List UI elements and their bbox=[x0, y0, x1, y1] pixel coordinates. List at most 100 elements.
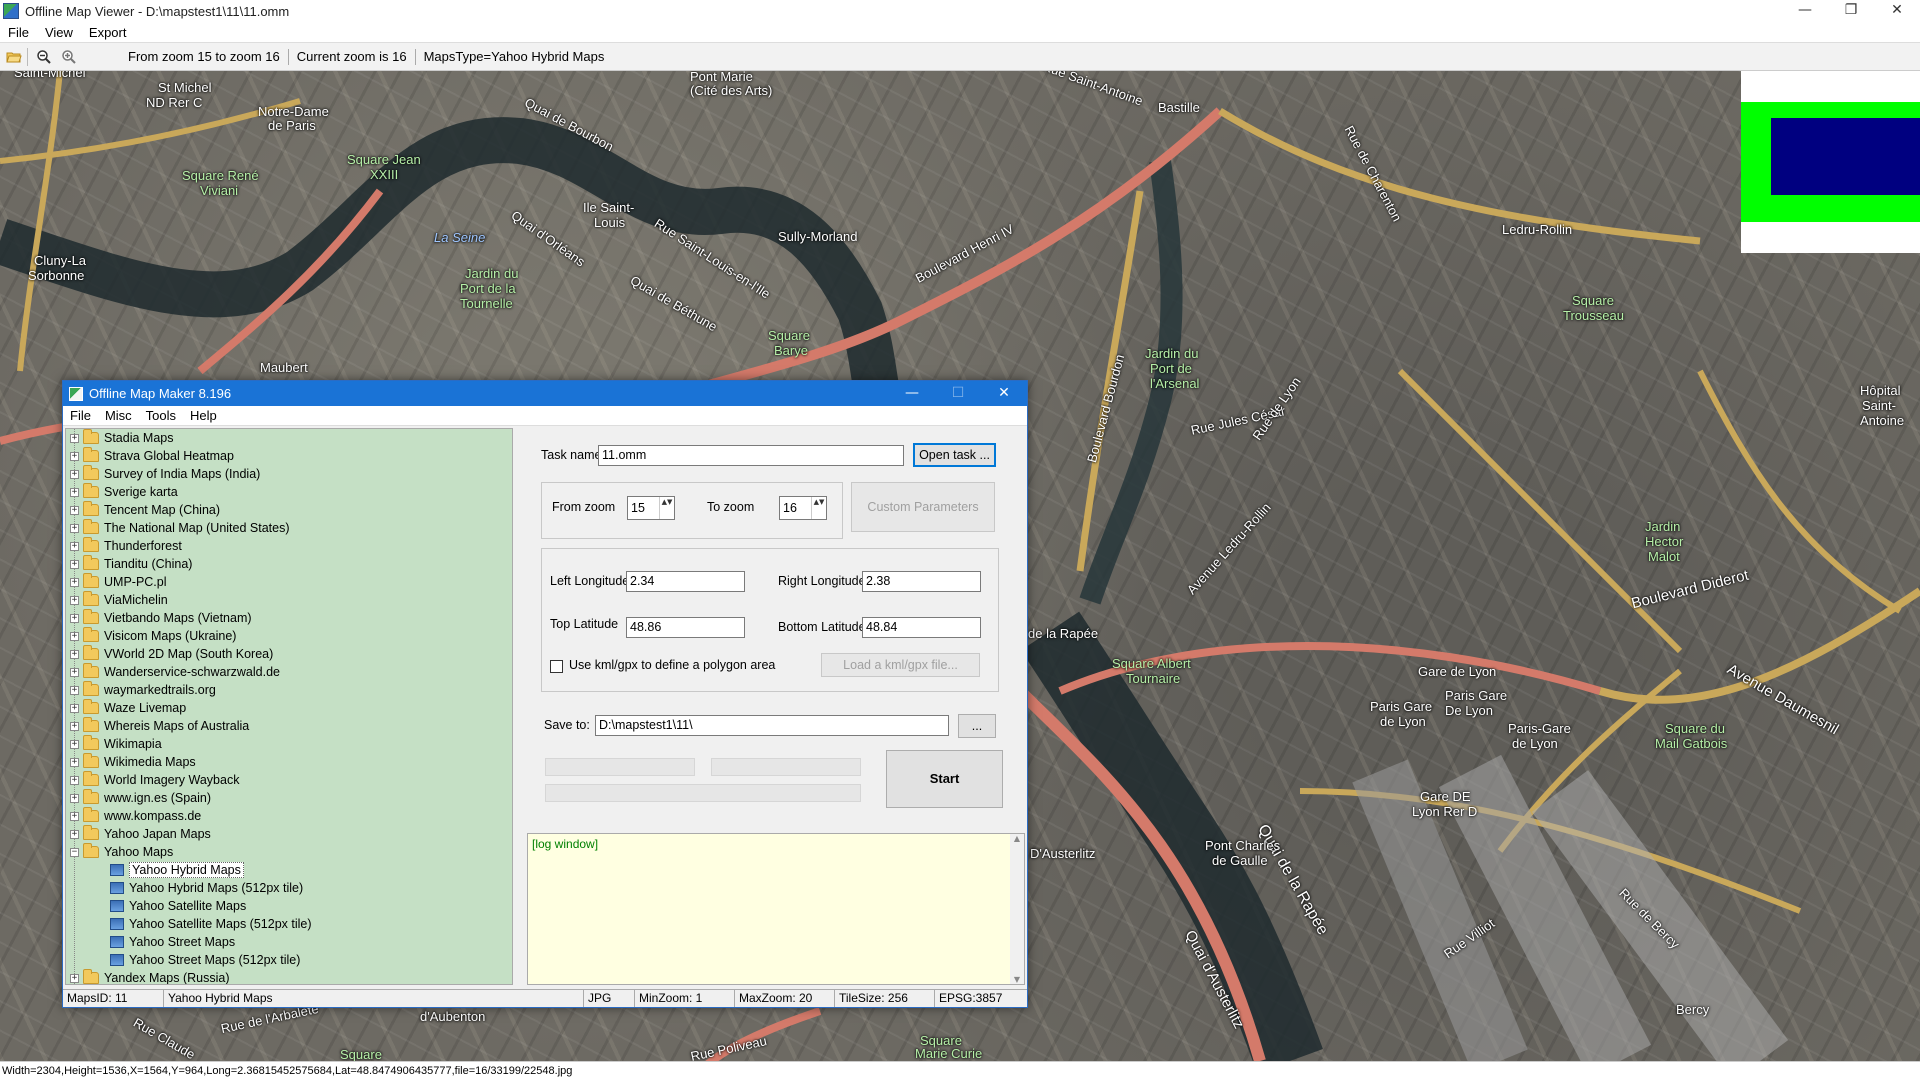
zoom-in-icon[interactable] bbox=[58, 46, 80, 68]
expand-icon[interactable]: + bbox=[70, 775, 79, 785]
expand-icon[interactable]: + bbox=[70, 739, 79, 749]
expand-icon[interactable]: + bbox=[70, 469, 79, 479]
expand-icon[interactable]: + bbox=[70, 721, 79, 731]
expand-icon[interactable]: + bbox=[70, 487, 79, 497]
dialog-menu-misc[interactable]: Misc bbox=[98, 408, 139, 423]
left-longitude-input[interactable]: 2.34 bbox=[626, 571, 745, 592]
expand-icon[interactable]: + bbox=[70, 829, 79, 839]
zoom-out-icon[interactable] bbox=[33, 46, 55, 68]
tree-folder-row[interactable]: + The National Map (United States) bbox=[66, 519, 512, 537]
maximize-button[interactable]: ❐ bbox=[1828, 0, 1874, 22]
expand-icon[interactable]: + bbox=[70, 505, 79, 515]
right-longitude-input[interactable]: 2.38 bbox=[862, 571, 981, 592]
from-zoom-spinner[interactable]: 15 ▲▼ bbox=[627, 496, 675, 520]
spin-arrows-icon[interactable]: ▲▼ bbox=[811, 497, 826, 519]
tree-map-item[interactable]: Yahoo Satellite Maps bbox=[66, 897, 512, 915]
dialog-minimize-button[interactable]: — bbox=[889, 381, 935, 406]
bottom-latitude-input[interactable]: 48.84 bbox=[862, 617, 981, 638]
collapse-icon[interactable]: − bbox=[70, 847, 79, 857]
scroll-up-icon[interactable]: ▲ bbox=[1010, 834, 1024, 843]
tree-map-item[interactable]: Yahoo Street Maps (512px tile) bbox=[66, 951, 512, 969]
spin-arrows-icon[interactable]: ▲▼ bbox=[659, 497, 674, 519]
expand-icon[interactable]: + bbox=[70, 649, 79, 659]
tree-folder-row[interactable]: + ViaMichelin bbox=[66, 591, 512, 609]
map-label: Ile Saint- bbox=[583, 200, 635, 215]
tree-folder-row[interactable]: + Tencent Map (China) bbox=[66, 501, 512, 519]
close-button[interactable]: ✕ bbox=[1874, 0, 1920, 22]
expand-icon[interactable]: + bbox=[70, 631, 79, 641]
scroll-down-icon[interactable]: ▼ bbox=[1010, 975, 1024, 984]
expand-icon[interactable]: + bbox=[70, 577, 79, 587]
minimize-button[interactable]: — bbox=[1782, 0, 1828, 22]
menu-file[interactable]: File bbox=[0, 25, 37, 40]
map-source-tree[interactable]: + Stadia Maps + Strava Global Heatmap + Surve… bbox=[65, 428, 513, 985]
open-folder-icon[interactable] bbox=[3, 46, 25, 68]
use-kml-checkbox[interactable] bbox=[550, 660, 563, 673]
tree-folder-row[interactable]: + Yahoo Japan Maps bbox=[66, 825, 512, 843]
expand-icon[interactable]: + bbox=[70, 433, 79, 443]
dialog-menu-file[interactable]: File bbox=[63, 408, 98, 423]
folder-icon bbox=[83, 753, 99, 768]
expand-icon[interactable]: + bbox=[70, 541, 79, 551]
tree-folder-row[interactable]: + www.ign.es (Spain) bbox=[66, 789, 512, 807]
tree-folder-row[interactable]: + Wanderservice-schwarzwald.de bbox=[66, 663, 512, 681]
map-label: Port de la bbox=[460, 281, 516, 296]
tree-map-item[interactable]: Yahoo Hybrid Maps (512px tile) bbox=[66, 879, 512, 897]
top-latitude-input[interactable]: 48.86 bbox=[626, 617, 745, 638]
tree-map-item[interactable]: Yahoo Street Maps bbox=[66, 933, 512, 951]
tree-folder-row[interactable]: + Vietbando Maps (Vietnam) bbox=[66, 609, 512, 627]
to-zoom-spinner[interactable]: 16 ▲▼ bbox=[779, 496, 827, 520]
tree-map-label: Yahoo Street Maps bbox=[129, 935, 236, 949]
tree-folder-row[interactable]: + Waze Livemap bbox=[66, 699, 512, 717]
tree-folder-row[interactable]: + Wikimedia Maps bbox=[66, 753, 512, 771]
tree-folder-row[interactable]: + Whereis Maps of Australia bbox=[66, 717, 512, 735]
tree-folder-label: Tencent Map (China) bbox=[104, 503, 221, 517]
tree-folder-row[interactable]: + Yandex Maps (Russia) bbox=[66, 969, 512, 984]
tree-folder-row[interactable]: + www.kompass.de bbox=[66, 807, 512, 825]
expand-icon[interactable]: + bbox=[70, 559, 79, 569]
browse-button[interactable]: ... bbox=[958, 714, 996, 738]
expand-icon[interactable]: + bbox=[70, 595, 79, 605]
tree-folder-row[interactable]: + Strava Global Heatmap bbox=[66, 447, 512, 465]
dialog-close-button[interactable]: ✕ bbox=[981, 381, 1027, 406]
tree-map-item[interactable]: Yahoo Hybrid Maps bbox=[66, 861, 512, 879]
expand-icon[interactable]: + bbox=[70, 451, 79, 461]
tree-folder-row[interactable]: − Yahoo Maps bbox=[66, 843, 512, 861]
tree-folder-row[interactable]: + Visicom Maps (Ukraine) bbox=[66, 627, 512, 645]
folder-icon bbox=[83, 663, 99, 678]
log-scrollbar[interactable]: ▲ ▼ bbox=[1010, 834, 1024, 984]
tree-folder-row[interactable]: + UMP-PC.pl bbox=[66, 573, 512, 591]
log-window[interactable]: [log window] ▲ ▼ bbox=[527, 833, 1025, 985]
expand-icon[interactable]: + bbox=[70, 523, 79, 533]
tree-folder-row[interactable]: + Sverige karta bbox=[66, 483, 512, 501]
tree-folder-row[interactable]: + Survey of India Maps (India) bbox=[66, 465, 512, 483]
dialog-menu-help[interactable]: Help bbox=[183, 408, 224, 423]
tree-folder-row[interactable]: + VWorld 2D Map (South Korea) bbox=[66, 645, 512, 663]
tree-folder-row[interactable]: + Tianditu (China) bbox=[66, 555, 512, 573]
open-task-button[interactable]: Open task ... bbox=[913, 443, 996, 467]
tree-folder-label: Sverige karta bbox=[104, 485, 178, 499]
tree-folder-row[interactable]: + Wikimapia bbox=[66, 735, 512, 753]
expand-icon[interactable]: + bbox=[70, 703, 79, 713]
tree-folder-row[interactable]: + Stadia Maps bbox=[66, 429, 512, 447]
menu-view[interactable]: View bbox=[37, 25, 81, 40]
expand-icon[interactable]: + bbox=[70, 973, 79, 983]
expand-icon[interactable]: + bbox=[70, 667, 79, 677]
expand-icon[interactable]: + bbox=[70, 793, 79, 803]
expand-icon[interactable]: + bbox=[70, 613, 79, 623]
task-name-input[interactable]: 11.omm bbox=[598, 445, 904, 466]
tree-folder-row[interactable]: + Thunderforest bbox=[66, 537, 512, 555]
start-button[interactable]: Start bbox=[886, 750, 1003, 808]
tree-map-item[interactable]: Yahoo Satellite Maps (512px tile) bbox=[66, 915, 512, 933]
tree-folder-row[interactable]: + World Imagery Wayback bbox=[66, 771, 512, 789]
tree-folder-row[interactable]: + waymarkedtrails.org bbox=[66, 681, 512, 699]
map-label: Square bbox=[1572, 293, 1614, 308]
dialog-menu-tools[interactable]: Tools bbox=[139, 408, 183, 423]
expand-icon[interactable]: + bbox=[70, 757, 79, 767]
expand-icon[interactable]: + bbox=[70, 811, 79, 821]
save-to-input[interactable]: D:\mapstest1\11\ bbox=[595, 715, 949, 736]
map-label: Gare DE bbox=[1420, 789, 1471, 804]
expand-icon[interactable]: + bbox=[70, 685, 79, 695]
tree-folder-label: Yahoo Maps bbox=[104, 845, 174, 859]
menu-export[interactable]: Export bbox=[81, 25, 135, 40]
